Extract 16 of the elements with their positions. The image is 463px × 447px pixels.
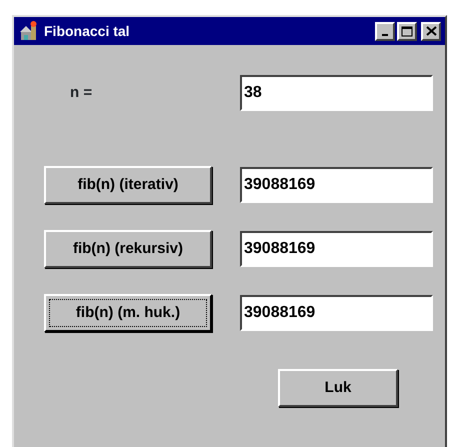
maximize-button[interactable] (397, 22, 417, 40)
compute-button[interactable]: fib(n) (rekursiv) (44, 230, 212, 268)
result-field[interactable]: 39088169 (240, 295, 433, 331)
window-title: Fibonacci tal (44, 22, 130, 40)
close-dialog-button[interactable]: Luk (278, 369, 398, 407)
compute-button[interactable]: fib(n) (iterativ) (44, 166, 212, 204)
compute-button[interactable]: fib(n) (m. huk.) (44, 294, 212, 332)
minimize-button[interactable] (375, 22, 395, 40)
close-icon (426, 26, 436, 36)
result-field[interactable]: 39088169 (240, 167, 433, 203)
close-button[interactable] (421, 22, 441, 40)
minimize-icon (382, 34, 388, 36)
n-label: n = (70, 82, 94, 103)
n-input-field[interactable]: 38 (240, 75, 433, 111)
maximize-icon (401, 26, 413, 36)
result-field[interactable]: 39088169 (240, 231, 433, 267)
